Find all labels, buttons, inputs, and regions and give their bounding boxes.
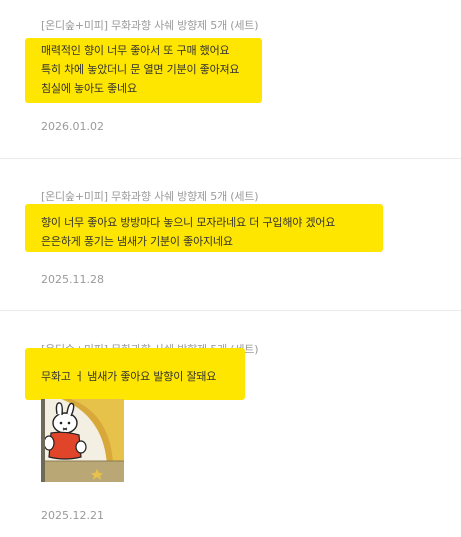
review-item: [온디숲+미피] 무화과향 사쉐 방향제 5개 (세트) 매력적인 향이 너무 … bbox=[0, 0, 461, 158]
review-text-line: 침실에 놓아도 좋네요 bbox=[41, 82, 137, 95]
miffy-sachet-image bbox=[41, 399, 124, 482]
review-item: [온디숲+미피] 무화과향 사쉐 방향제 5개 (세트) 무화고 ㅓ 냄새가 좋… bbox=[0, 311, 461, 537]
review-product-name[interactable]: [온디숲+미피] 무화과향 사쉐 방향제 5개 (세트) bbox=[41, 17, 259, 33]
review-text-line: 무화고 ㅓ 냄새가 좋아요 발향이 잘돼요 bbox=[41, 370, 217, 383]
review-date: 2025.12.21 bbox=[41, 509, 104, 522]
review-date: 2026.01.02 bbox=[41, 120, 104, 133]
review-date: 2025.11.28 bbox=[41, 273, 104, 286]
review-product-name[interactable]: [온디숲+미피] 무화과향 사쉐 방향제 5개 (세트) bbox=[41, 188, 259, 204]
review-photo[interactable] bbox=[41, 399, 124, 482]
review-text-line: 특히 차에 놓았더니 문 열면 기분이 좋아져요 bbox=[41, 63, 240, 76]
review-text-line: 은은하게 풍기는 냄새가 기분이 좋아지네요 bbox=[41, 235, 233, 248]
review-text-line: 매력적인 향이 너무 좋아서 또 구매 했어요 bbox=[41, 44, 230, 57]
review-item: [온디숲+미피] 무화과향 사쉐 방향제 5개 (세트) 향이 너무 좋아요 방… bbox=[0, 159, 461, 310]
review-text-line: 향이 너무 좋아요 방방마다 놓으니 모자라네요 더 구입해야 겠어요 bbox=[41, 216, 336, 229]
